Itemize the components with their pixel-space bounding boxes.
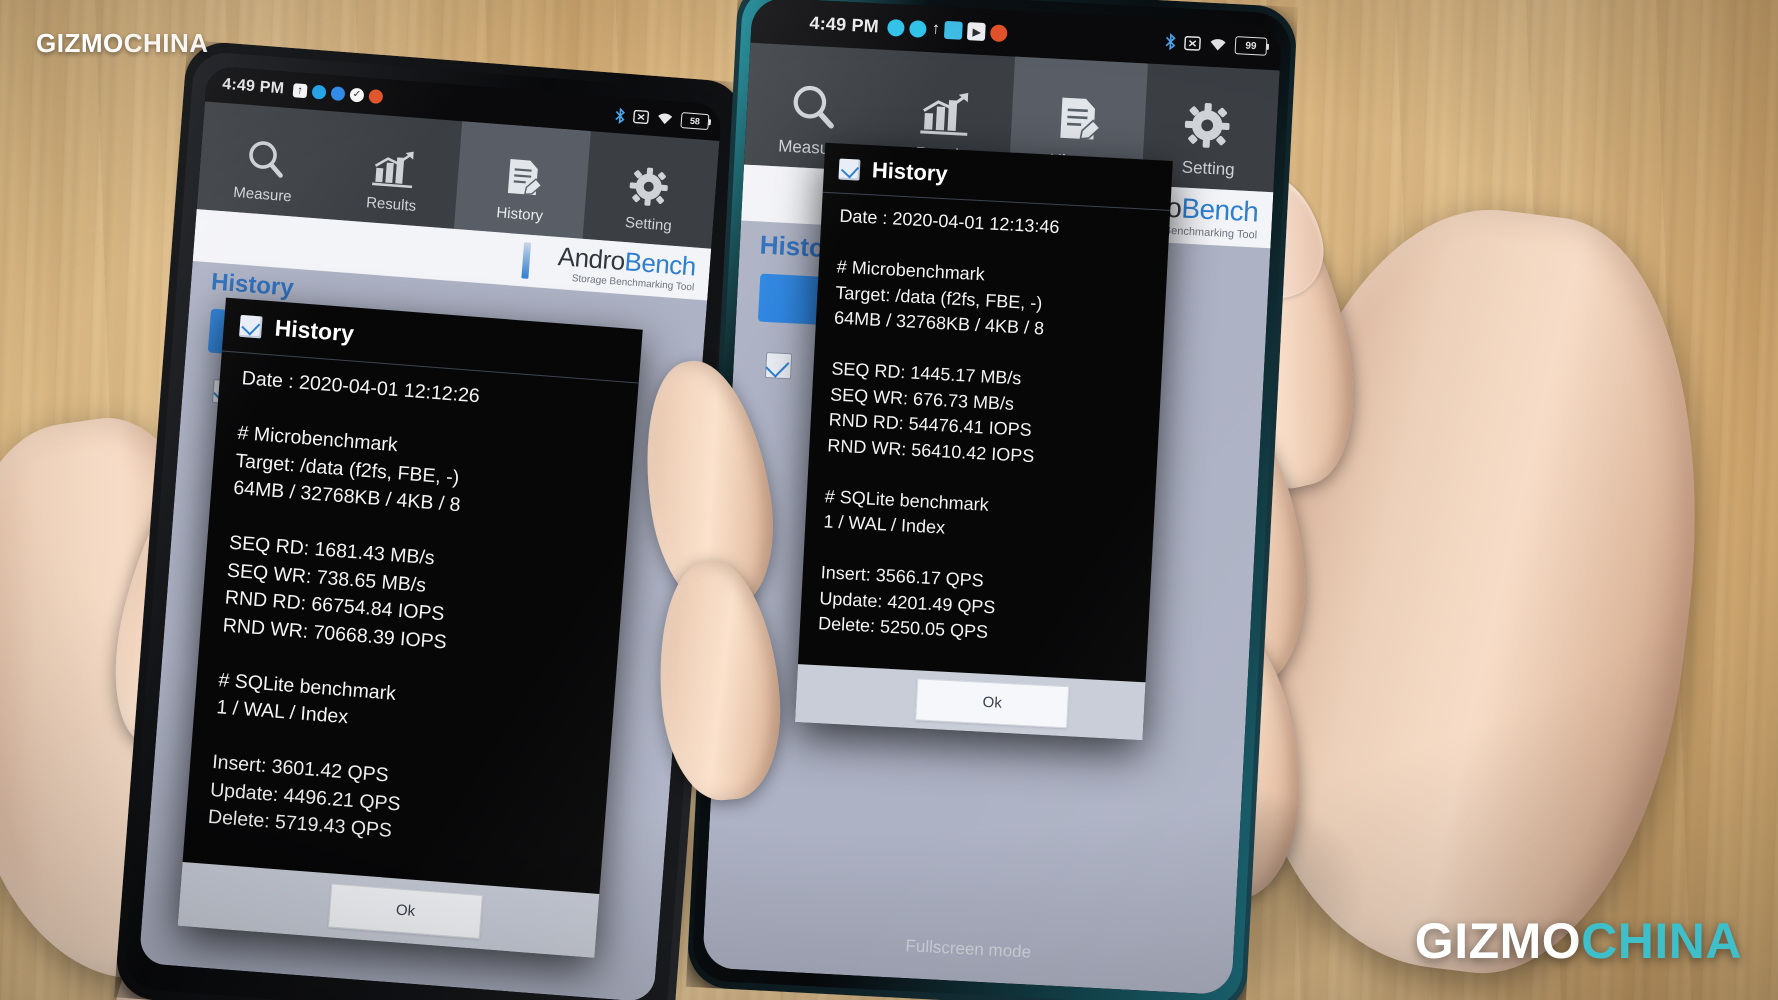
battery-percent: 99 [1245,40,1257,52]
flame-icon [990,23,1009,42]
tab-label: Measure [232,183,293,206]
watermark-bottom-right: GIZMOCHINA [1415,912,1742,970]
tab-label: Setting [624,214,673,235]
bluetooth-icon [1165,32,1176,51]
photo-scene: 4:49 PM ↑ ✓ 58 Measure Results History S… [0,0,1778,1000]
status-right-icons: 99 [1164,32,1268,56]
tab-measure[interactable]: Measure [197,101,334,219]
document-check-icon [239,314,263,338]
page-title: History [210,268,295,302]
left-history-dialog: History Date : 2020-04-01 12:12:26 # Mic… [177,297,643,958]
flame-icon [368,89,384,105]
brand-logo: AndroBench Storage Benchmarking Tool [556,241,697,293]
status-right-icons: 58 [614,106,710,131]
bar-chart-icon [920,92,968,136]
left-device: 4:49 PM ↑ ✓ 58 Measure Results History S… [114,39,746,1000]
tab-label: Setting [1181,157,1236,180]
dialog-content: Date : 2020-04-01 12:12:26 # Microbenchm… [207,367,481,842]
blue-dot-icon [909,19,928,38]
sim-x-icon [1184,35,1201,51]
watermark-top-left: GIZMOCHINA [36,28,209,59]
ok-button[interactable]: Ok [327,883,483,939]
blue-dot-icon [330,86,346,102]
status-time: 4:49 PM [809,12,880,36]
magnifier-icon [248,141,283,178]
watermark-part1: GIZMO [36,28,124,58]
document-edit-icon [1060,97,1102,140]
wifi-icon [658,113,673,125]
bluetooth-icon [615,107,626,124]
document-check-icon [838,158,861,181]
blue-dot-icon [887,18,906,37]
dialog-title: History [273,314,355,347]
upload-badge-icon: ↑ [292,83,308,99]
battery-percent: 58 [689,115,701,127]
right-device: 4:49 PM ↑ ▶ 99 Measure Setting Bench Sto… [685,0,1299,1000]
status-left-icons: ↑ ✓ [292,83,384,105]
watermark-part2: CHINA [1581,913,1742,969]
row-checkbox[interactable] [764,351,793,380]
blue-dot-icon [311,84,327,100]
tab-label: Results [365,194,417,215]
gear-icon [1184,103,1230,148]
ok-button[interactable]: Ok [915,678,1070,729]
clock-icon: ✓ [349,87,365,103]
tab-results[interactable]: Results [325,111,462,229]
watermark-part1: GIZMO [1414,913,1582,969]
status-time: 4:49 PM [221,75,285,98]
right-screen: 4:49 PM ↑ ▶ 99 Measure Setting Bench Sto… [701,0,1283,996]
battery-indicator: 58 [680,112,710,131]
instagram-icon [944,20,964,40]
upload-badge-icon: ↑ [931,20,941,38]
play-icon: ▶ [967,22,987,42]
dialog-content: Date : 2020-04-01 12:13:46 # Microbenchm… [817,205,1060,642]
sim-x-icon [633,109,650,125]
battery-indicator: 99 [1234,36,1268,56]
gear-icon [629,167,668,206]
tab-label: History [495,204,544,225]
dialog-title: History [871,157,949,187]
document-edit-icon [507,159,543,196]
status-left-icons: ↑ ▶ [887,18,1009,42]
right-history-dialog: History Date : 2020-04-01 12:13:46 # Mic… [794,142,1173,741]
left-screen: 4:49 PM ↑ ✓ 58 Measure Results History S… [138,65,723,1000]
wifi-icon [1210,38,1226,50]
brand-tick [521,242,532,279]
bar-chart-icon [371,151,414,189]
magnifier-icon [793,85,835,129]
tab-history[interactable]: History [453,121,591,239]
tab-setting[interactable]: Setting [583,131,720,249]
